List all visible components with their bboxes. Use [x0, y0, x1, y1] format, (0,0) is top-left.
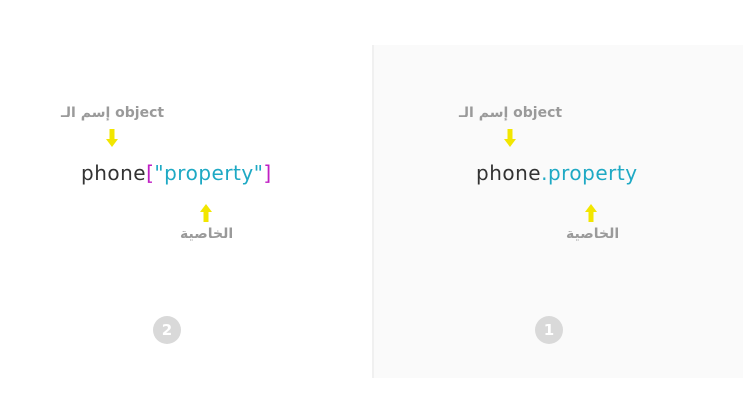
right-object-name-label: إسم الـ object	[459, 105, 563, 121]
left-object-name-label: إسم الـ object	[61, 105, 165, 121]
right-down-arrow-icon	[504, 129, 516, 147]
left-code-property: "property"	[154, 161, 264, 185]
right-code-expression: phone.property	[476, 161, 638, 185]
right-up-arrow-icon	[585, 204, 597, 222]
right-step-badge: 1	[535, 316, 563, 344]
right-property-label: الخاصية	[566, 226, 620, 242]
left-property-label: الخاصية	[180, 226, 234, 242]
right-code-dot: .	[541, 161, 548, 185]
left-code-close-bracket: ]	[263, 161, 272, 185]
left-up-arrow-icon	[200, 204, 212, 222]
left-code-object: phone	[81, 161, 147, 185]
left-step-badge: 2	[153, 316, 181, 344]
right-code-property: property	[547, 161, 638, 185]
left-down-arrow-icon	[106, 129, 118, 147]
right-code-object: phone	[476, 161, 542, 185]
left-code-expression: phone["property"]	[81, 161, 272, 185]
